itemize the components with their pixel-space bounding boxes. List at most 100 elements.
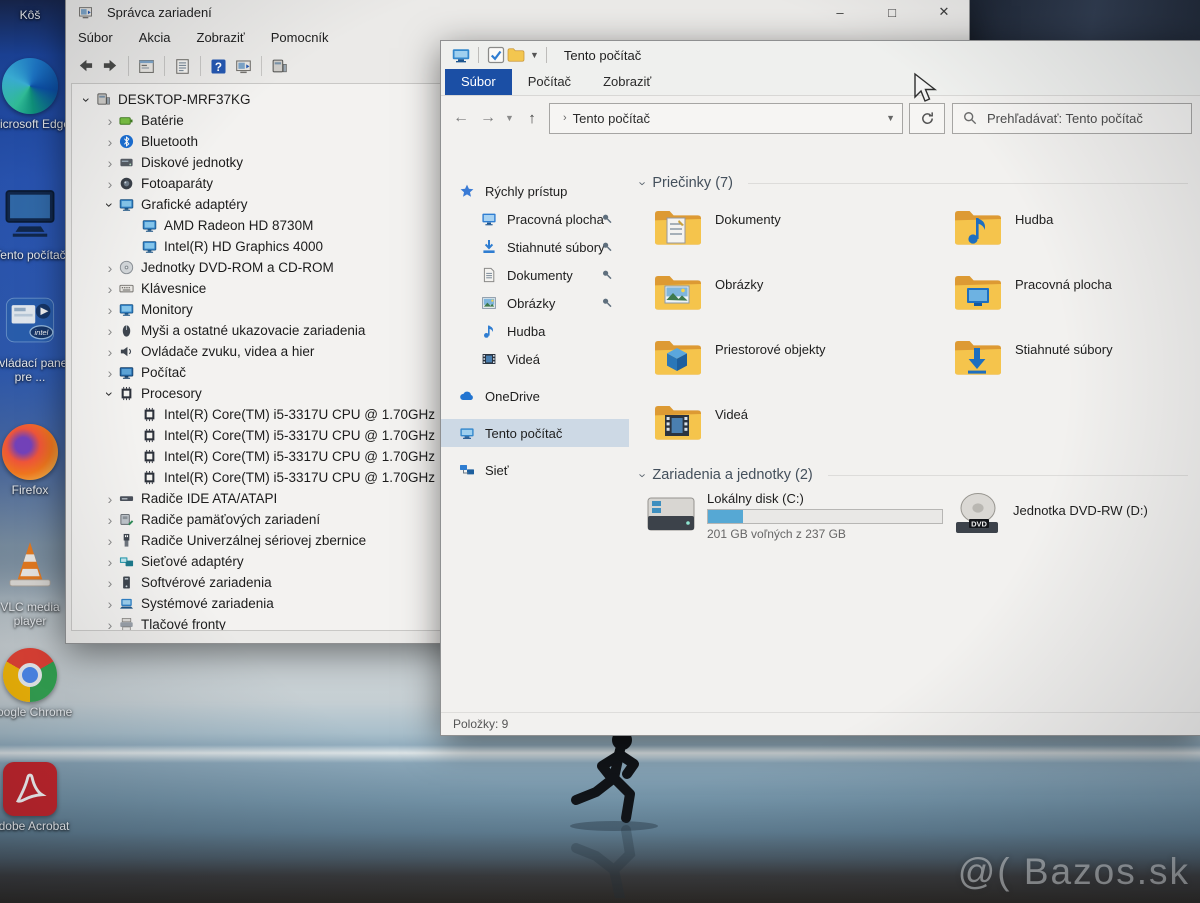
nav-pane-label: Tento počítač bbox=[485, 426, 562, 441]
maximize-button[interactable]: □ bbox=[885, 5, 899, 20]
drive-c-item[interactable]: Lokálny disk (C:) 201 GB voľných z 237 G… bbox=[645, 489, 943, 544]
breadcrumb-location[interactable]: Tento počítač bbox=[573, 111, 650, 126]
nav-pane-item[interactable]: Sieť bbox=[441, 456, 629, 484]
properties-toolbar-button[interactable] bbox=[170, 55, 195, 77]
pin-icon bbox=[601, 241, 613, 253]
ribbon-tab-0[interactable]: Súbor bbox=[445, 69, 512, 95]
devmgr-menu-3[interactable]: Pomocník bbox=[271, 30, 329, 45]
ribbon-tab-1[interactable]: Počítač bbox=[512, 69, 587, 95]
tree-expand-chevron-icon[interactable]: › bbox=[102, 387, 118, 401]
folder-icon-music bbox=[953, 206, 1003, 253]
nav-pane-item[interactable]: Tento počítač bbox=[441, 419, 629, 447]
desktop-icon-chrome[interactable]: Google Chrome bbox=[0, 648, 76, 719]
desktop-icon-acrobat[interactable]: Adobe Acrobat bbox=[0, 762, 76, 833]
folder-icon-doc bbox=[653, 206, 703, 253]
tree-expand-chevron-icon[interactable]: › bbox=[103, 491, 117, 507]
folder-item[interactable]: Hudba bbox=[953, 206, 1200, 271]
tree-expand-chevron-icon[interactable]: › bbox=[103, 134, 117, 150]
dvd-drive-icon: DVD bbox=[951, 489, 1003, 544]
console-toolbar-button[interactable] bbox=[134, 55, 159, 77]
nav-pane-label: Stiahnuté súbory bbox=[507, 240, 605, 255]
nav-pane-item[interactable]: Obrázky bbox=[441, 289, 629, 317]
folder-item[interactable]: Pracovná plocha bbox=[953, 271, 1200, 336]
tree-expand-chevron-icon[interactable]: › bbox=[103, 575, 117, 591]
devices-section-header[interactable]: › Zariadenia a jednotky (2) bbox=[641, 467, 1188, 483]
cpu-icon bbox=[119, 386, 136, 401]
devmgr-menu-0[interactable]: Súbor bbox=[78, 30, 113, 45]
devmgr-menu-2[interactable]: Zobraziť bbox=[197, 30, 245, 45]
folder-item[interactable]: Videá bbox=[653, 401, 953, 466]
tree-expand-chevron-icon[interactable]: › bbox=[103, 155, 117, 171]
nav-pane-item[interactable]: Rýchly prístup bbox=[441, 177, 629, 205]
device-tree-label: Tlačové fronty bbox=[141, 617, 226, 631]
devices-section-title: Zariadenia a jednotky (2) bbox=[652, 467, 812, 483]
edge-icon bbox=[2, 58, 58, 114]
refresh-button[interactable] bbox=[909, 103, 945, 134]
explorer-app-icon bbox=[451, 46, 471, 64]
desktop-icon-label: Google Chrome bbox=[0, 705, 72, 719]
device-tree-label: Systémové zariadenia bbox=[141, 596, 274, 611]
tree-expand-chevron-icon[interactable]: › bbox=[103, 554, 117, 570]
tree-expand-chevron-icon[interactable]: › bbox=[103, 533, 117, 549]
forward-toolbar-button[interactable] bbox=[98, 55, 123, 77]
folders-section-header[interactable]: › Priečinky (7) bbox=[641, 175, 1188, 191]
search-box[interactable]: Prehľadávať: Tento počítač bbox=[952, 103, 1192, 134]
tree-expand-chevron-icon[interactable]: › bbox=[103, 281, 117, 297]
folder-item[interactable]: Priestorové objekty bbox=[653, 336, 953, 401]
folder-item[interactable]: Obrázky bbox=[653, 271, 953, 336]
collapse-chevron-icon[interactable]: › bbox=[636, 473, 651, 477]
folder-item[interactable]: Dokumenty bbox=[653, 206, 953, 271]
nav-pane-label: Pracovná plocha bbox=[507, 212, 604, 227]
device-tree-label: Jednotky DVD-ROM a CD-ROM bbox=[141, 260, 334, 275]
back-button[interactable]: ← bbox=[451, 109, 471, 127]
tree-expand-chevron-icon[interactable]: › bbox=[102, 198, 118, 212]
devmgr-menu-1[interactable]: Akcia bbox=[139, 30, 171, 45]
thispc-icon bbox=[459, 425, 476, 441]
recent-locations-chevron-icon[interactable]: ▼ bbox=[505, 113, 515, 123]
tree-expand-chevron-icon[interactable]: › bbox=[103, 596, 117, 612]
back-toolbar-button[interactable] bbox=[73, 55, 98, 77]
minimize-button[interactable]: – bbox=[833, 5, 847, 20]
device-manager-titlebar: Správca zariadení – □ ✕ bbox=[66, 0, 969, 25]
nav-pane-item[interactable]: Videá bbox=[441, 345, 629, 373]
help-icon: ? bbox=[210, 58, 227, 74]
qat-properties-icon[interactable] bbox=[486, 46, 506, 64]
qat-new-folder-icon[interactable] bbox=[506, 46, 526, 64]
up-button[interactable]: ↑ bbox=[522, 110, 542, 127]
nav-pane-item[interactable]: Dokumenty bbox=[441, 261, 629, 289]
tree-expand-chevron-icon[interactable]: › bbox=[103, 176, 117, 192]
address-dropdown-chevron-icon[interactable]: ▼ bbox=[886, 113, 895, 123]
collapse-chevron-icon[interactable]: › bbox=[636, 181, 651, 185]
address-bar[interactable]: › Tento počítač ▼ bbox=[549, 103, 903, 134]
device-tree-label: Počítač bbox=[141, 365, 186, 380]
device-tree-label: Bluetooth bbox=[141, 134, 198, 149]
nav-pane-item[interactable]: Hudba bbox=[441, 317, 629, 345]
close-button[interactable]: ✕ bbox=[937, 4, 951, 20]
tree-expand-chevron-icon[interactable]: › bbox=[103, 302, 117, 318]
help-toolbar-button[interactable]: ? bbox=[206, 55, 231, 77]
forward-button[interactable]: → bbox=[478, 109, 498, 127]
nav-pane-item[interactable]: Pracovná plocha bbox=[441, 205, 629, 233]
computer-toolbar-button[interactable] bbox=[267, 55, 292, 77]
scan-toolbar-button[interactable] bbox=[231, 55, 256, 77]
refresh-icon bbox=[920, 111, 935, 126]
hard-drive-icon bbox=[645, 489, 697, 544]
nav-pane-item[interactable]: OneDrive bbox=[441, 382, 629, 410]
tree-expand-chevron-icon[interactable]: › bbox=[103, 323, 117, 339]
tree-expand-chevron-icon[interactable]: › bbox=[103, 617, 117, 632]
firefox-icon bbox=[2, 424, 58, 480]
device-tree-label: Monitory bbox=[141, 302, 193, 317]
tree-expand-chevron-icon[interactable]: › bbox=[79, 93, 95, 107]
tree-expand-chevron-icon[interactable]: › bbox=[103, 260, 117, 276]
pc-icon bbox=[119, 365, 136, 380]
qat-customize-chevron-icon[interactable]: ▼ bbox=[530, 50, 539, 60]
tree-expand-chevron-icon[interactable]: › bbox=[103, 113, 117, 129]
drive-d-item[interactable]: DVD Jednotka DVD-RW (D:) bbox=[951, 489, 1148, 544]
tree-expand-chevron-icon[interactable]: › bbox=[103, 365, 117, 381]
ribbon-tab-2[interactable]: Zobraziť bbox=[587, 69, 667, 95]
svg-text:intel: intel bbox=[34, 328, 48, 337]
nav-pane-item[interactable]: Stiahnuté súbory bbox=[441, 233, 629, 261]
tree-expand-chevron-icon[interactable]: › bbox=[103, 512, 117, 528]
tree-expand-chevron-icon[interactable]: › bbox=[103, 344, 117, 360]
folder-item[interactable]: Stiahnuté súbory bbox=[953, 336, 1200, 401]
